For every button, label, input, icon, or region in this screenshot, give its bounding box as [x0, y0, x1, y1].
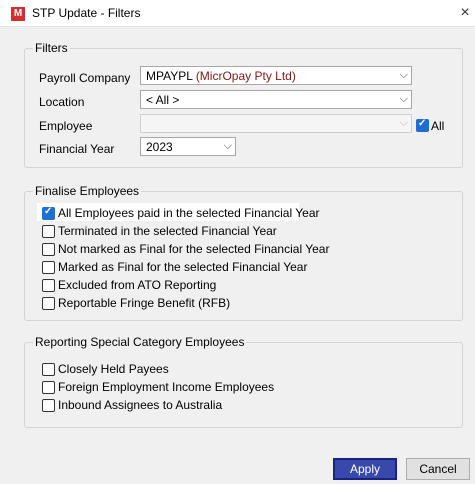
financial-year-label: Financial Year [39, 142, 115, 156]
checkbox[interactable] [42, 261, 55, 274]
location-value: < All > [146, 93, 180, 107]
option-label: Not marked as Final for the selected Fin… [58, 242, 330, 256]
option-label: Reportable Fringe Benefit (RFB) [58, 296, 231, 310]
checkbox[interactable] [42, 243, 55, 256]
checkbox[interactable] [42, 206, 55, 220]
window-title: STP Update - Filters [32, 6, 141, 20]
option-label: Marked as Final for the selected Financi… [58, 260, 308, 274]
employee-all-label[interactable]: All [431, 119, 444, 133]
payroll-company-code: MPAYPL [146, 69, 193, 83]
chevron-down-icon: ⌵ [399, 93, 408, 105]
checkbox[interactable] [42, 399, 55, 412]
location-dropdown[interactable]: < All > ⌵ [140, 90, 412, 109]
title-bar: M STP Update - Filters × [0, 0, 475, 27]
payroll-company-name: (MicrOpay Pty Ltd) [195, 69, 296, 83]
employee-dropdown[interactable]: ⌵ [140, 114, 412, 133]
finalise-employees-legend: Finalise Employees [33, 184, 142, 198]
financial-year-dropdown[interactable]: 2023 ⌵ [140, 137, 236, 156]
checkbox[interactable] [42, 225, 55, 238]
apply-button[interactable]: Apply [333, 458, 397, 480]
option-label: Excluded from ATO Reporting [58, 278, 217, 292]
special-category-legend: Reporting Special Category Employees [33, 335, 247, 349]
option-label: All Employees paid in the selected Finan… [58, 206, 320, 220]
checkbox[interactable] [42, 279, 55, 292]
checkbox[interactable] [42, 381, 55, 394]
option-label: Terminated in the selected Financial Yea… [58, 224, 277, 238]
employee-label: Employee [39, 119, 93, 133]
location-label: Location [39, 95, 85, 109]
checkbox[interactable] [42, 363, 55, 376]
option-label: Closely Held Payees [58, 362, 169, 376]
payroll-company-dropdown[interactable]: MPAYPL (MicrOpay Pty Ltd) ⌵ [140, 66, 412, 85]
close-icon[interactable]: × [455, 1, 475, 25]
financial-year-value: 2023 [146, 140, 173, 154]
option-label: Inbound Assignees to Australia [58, 398, 223, 412]
employee-all-checkbox[interactable] [416, 118, 429, 132]
cancel-button[interactable]: Cancel [406, 458, 470, 480]
checkbox[interactable] [42, 297, 55, 310]
option-label: Foreign Employment Income Employees [58, 380, 275, 394]
filters-legend: Filters [33, 41, 70, 55]
chevron-down-icon: ⌵ [223, 140, 232, 152]
chevron-down-icon: ⌵ [399, 69, 408, 81]
app-logo-icon: M [11, 7, 25, 21]
chevron-down-icon: ⌵ [399, 117, 408, 129]
payroll-company-label: Payroll Company [39, 71, 131, 85]
